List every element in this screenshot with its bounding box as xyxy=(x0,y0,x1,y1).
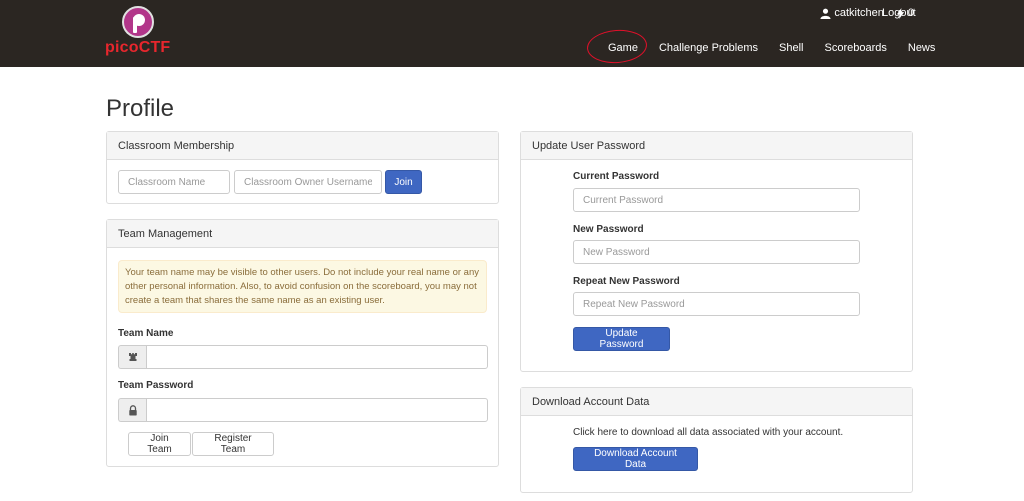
user-account-link[interactable]: catkitchen xyxy=(820,7,884,19)
classroom-owner-input[interactable] xyxy=(234,170,382,194)
nav-shell[interactable]: Shell xyxy=(779,42,803,54)
lock-icon xyxy=(128,404,137,415)
classroom-join-button[interactable]: Join xyxy=(385,170,422,194)
team-password-addon xyxy=(118,398,146,422)
join-team-button[interactable]: Join Team xyxy=(128,432,191,456)
classroom-name-input[interactable] xyxy=(118,170,230,194)
username: catkitchen xyxy=(834,7,884,19)
team-password-label: Team Password xyxy=(118,380,194,391)
team-name-addon xyxy=(118,345,146,369)
new-password-input[interactable] xyxy=(573,240,860,264)
team-panel: Team Management Your team name may be vi… xyxy=(106,219,499,467)
team-name-label: Team Name xyxy=(118,328,174,339)
current-password-input[interactable] xyxy=(573,188,860,212)
team-warning: Your team name may be visible to other u… xyxy=(118,260,487,313)
repeat-password-input[interactable] xyxy=(573,292,860,316)
navbar: picoCTF catkitchen 0 Logout Game Challen… xyxy=(0,0,1024,67)
main-nav: Game Challenge Problems Shell Scoreboard… xyxy=(608,42,935,54)
user-icon xyxy=(820,8,831,19)
team-heading: Team Management xyxy=(107,220,498,248)
download-account-data-button[interactable]: Download Account Data xyxy=(573,447,698,471)
nav-game[interactable]: Game xyxy=(608,42,638,54)
team-password-input[interactable] xyxy=(146,398,488,422)
download-description: Click here to download all data associat… xyxy=(573,427,844,438)
current-password-label: Current Password xyxy=(573,171,660,182)
nav-news[interactable]: News xyxy=(908,42,936,54)
page-title: Profile xyxy=(106,95,175,122)
classroom-panel: Classroom Membership Join xyxy=(106,131,499,204)
nav-challenge-problems[interactable]: Challenge Problems xyxy=(659,42,758,54)
classroom-heading: Classroom Membership xyxy=(107,132,498,160)
update-password-button[interactable]: Update Password xyxy=(573,327,670,351)
picoctf-logo[interactable]: picoCTF xyxy=(105,6,170,60)
register-team-button[interactable]: Register Team xyxy=(192,432,274,456)
password-heading: Update User Password xyxy=(521,132,912,160)
rook-icon xyxy=(128,353,137,361)
logo-mark-icon xyxy=(122,6,154,38)
nav-scoreboards[interactable]: Scoreboards xyxy=(825,42,887,54)
download-panel: Download Account Data Click here to down… xyxy=(520,387,913,493)
new-password-label: New Password xyxy=(573,224,644,235)
logout-link[interactable]: Logout xyxy=(882,7,916,19)
team-name-input[interactable] xyxy=(146,345,488,369)
logo-text: picoCTF xyxy=(105,39,171,56)
repeat-password-label: Repeat New Password xyxy=(573,276,680,287)
download-heading: Download Account Data xyxy=(521,388,912,416)
password-panel: Update User Password Current Password Ne… xyxy=(520,131,913,372)
